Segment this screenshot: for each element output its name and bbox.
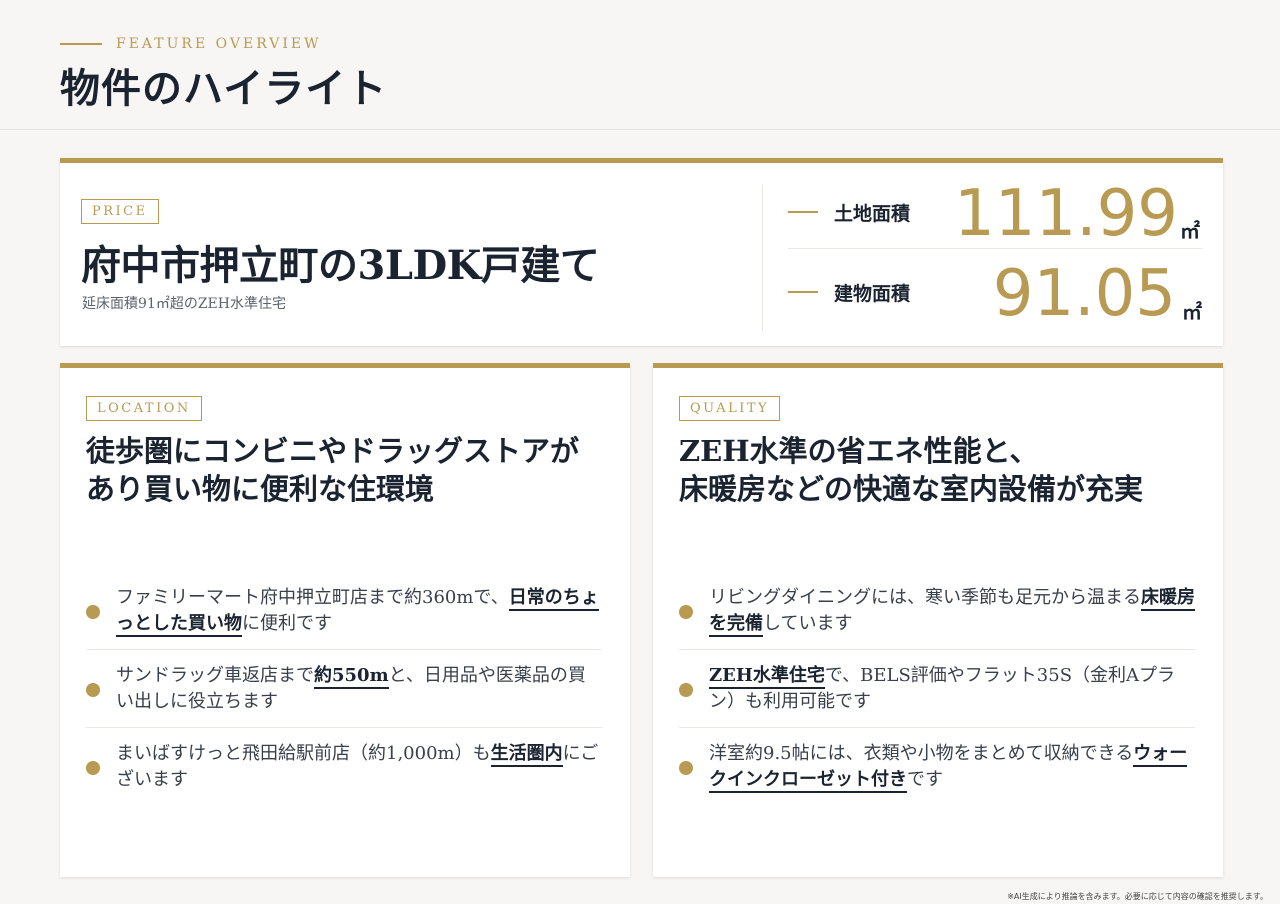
price-subtitle: 延床面積91㎡超のZEH水準住宅: [82, 296, 286, 312]
bullet-highlight: 約550m: [314, 664, 389, 689]
eyebrow: FEATURE OVERVIEW: [60, 36, 321, 52]
price-title: 府中市押立町の3LDK戸建て: [81, 242, 600, 289]
list-item: 洋室約9.5帖には、衣類や小物をまとめて収納できるウォークインクローゼット付きで…: [679, 728, 1195, 806]
land-area-stat: 土地面積 111.99 ㎡: [788, 179, 1202, 249]
location-tag: LOCATION: [86, 396, 202, 421]
bullet-dot-icon: [86, 683, 100, 697]
bullet-dot-icon: [86, 605, 100, 619]
bullet-highlight: 生活圏内: [490, 743, 563, 767]
price-card: PRICE 府中市押立町の3LDK戸建て 延床面積91㎡超のZEH水準住宅 土地…: [60, 158, 1223, 346]
bullet-text: ファミリーマート府中押立町店まで約360mで、日常のちょっとした買い物に便利です: [116, 585, 602, 637]
location-bullets: ファミリーマート府中押立町店まで約360mで、日常のちょっとした買い物に便利です…: [86, 572, 602, 806]
bullet-dot-icon: [679, 761, 693, 775]
bullet-text: サンドラッグ車返店まで約550mと、日用品や医薬品の買い出しに役立ちます: [116, 663, 602, 715]
bullet-pre: サンドラッグ車返店まで: [116, 664, 314, 686]
stat-label: 建物面積: [834, 283, 911, 305]
stat-unit: ㎡: [1182, 300, 1202, 324]
list-item: まいばすけっと飛田給駅前店（約1,000m）も生活圏内にございます: [86, 728, 602, 806]
bullet-pre: ファミリーマート府中押立町店まで約360mで、: [116, 586, 509, 608]
footnote: ※AI生成により推論を含みます。必要に応じて内容の確認を推奨します。: [1007, 892, 1268, 901]
eyebrow-text: FEATURE OVERVIEW: [116, 36, 322, 52]
heading-line: あり買い物に便利な住環境: [86, 472, 435, 506]
location-heading: 徒歩圏にコンビニやドラッグストアが あり買い物に便利な住環境: [86, 432, 616, 508]
quality-tag: QUALITY: [679, 396, 781, 421]
list-item: ZEH水準住宅で、BELS評価やフラット35S（金利Aプラン）も利用可能です: [679, 650, 1195, 728]
bullet-dot-icon: [86, 761, 100, 775]
quality-heading: ZEH水準の省エネ性能と、 床暖房などの快適な室内設備が充実: [679, 432, 1209, 508]
list-item: ファミリーマート府中押立町店まで約360mで、日常のちょっとした買い物に便利です: [86, 572, 602, 650]
bullet-text: まいばすけっと飛田給駅前店（約1,000m）も生活圏内にございます: [116, 741, 602, 793]
bullet-post: です: [907, 769, 943, 790]
heading-line: 床暖房などの快適な室内設備が充実: [679, 472, 1144, 506]
stat-unit: ㎡: [1180, 219, 1200, 243]
vertical-divider: [762, 185, 763, 331]
bullet-post: しています: [763, 612, 853, 634]
bullet-pre: リビングダイニングには、寒い季節も足元から温まる: [709, 586, 1141, 608]
bullet-dot-icon: [679, 683, 693, 697]
eyebrow-line: [60, 43, 102, 45]
stat-value: 91.05: [992, 257, 1176, 331]
heading-line: 徒歩圏にコンビニやドラッグストアが: [86, 434, 580, 468]
bullet-dot-icon: [679, 605, 693, 619]
quality-bullets: リビングダイニングには、寒い季節も足元から温まる床暖房を完備しています ZEH水…: [679, 572, 1195, 806]
bullet-highlight: ZEH水準住宅: [709, 664, 825, 689]
bullet-post: に便利です: [242, 612, 332, 634]
page-title: 物件のハイライト: [60, 65, 388, 112]
price-tag: PRICE: [81, 199, 159, 224]
bullet-pre: 洋室約9.5帖には、衣類や小物をまとめて収納できる: [709, 743, 1134, 764]
stat-label: 土地面積: [834, 203, 911, 225]
dash-icon: [788, 211, 818, 213]
heading-line: ZEH水準の省エネ性能と、: [679, 434, 1039, 468]
quality-card: QUALITY ZEH水準の省エネ性能と、 床暖房などの快適な室内設備が充実 リ…: [653, 363, 1223, 877]
dash-icon: [788, 291, 818, 293]
page-header: FEATURE OVERVIEW 物件のハイライト: [0, 0, 1280, 130]
list-item: リビングダイニングには、寒い季節も足元から温まる床暖房を完備しています: [679, 572, 1195, 650]
bullet-text: リビングダイニングには、寒い季節も足元から温まる床暖房を完備しています: [709, 585, 1195, 637]
location-card: LOCATION 徒歩圏にコンビニやドラッグストアが あり買い物に便利な住環境 …: [60, 363, 630, 877]
bullet-text: ZEH水準住宅で、BELS評価やフラット35S（金利Aプラン）も利用可能です: [709, 663, 1195, 715]
list-item: サンドラッグ車返店まで約550mと、日用品や医薬品の買い出しに役立ちます: [86, 650, 602, 728]
building-area-stat: 建物面積 91.05 ㎡: [788, 259, 1202, 329]
bullet-pre: まいばすけっと飛田給駅前店（約1,000m）も: [116, 743, 491, 764]
bullet-text: 洋室約9.5帖には、衣類や小物をまとめて収納できるウォークインクローゼット付きで…: [709, 741, 1195, 793]
stat-value: 111.99: [954, 177, 1178, 251]
